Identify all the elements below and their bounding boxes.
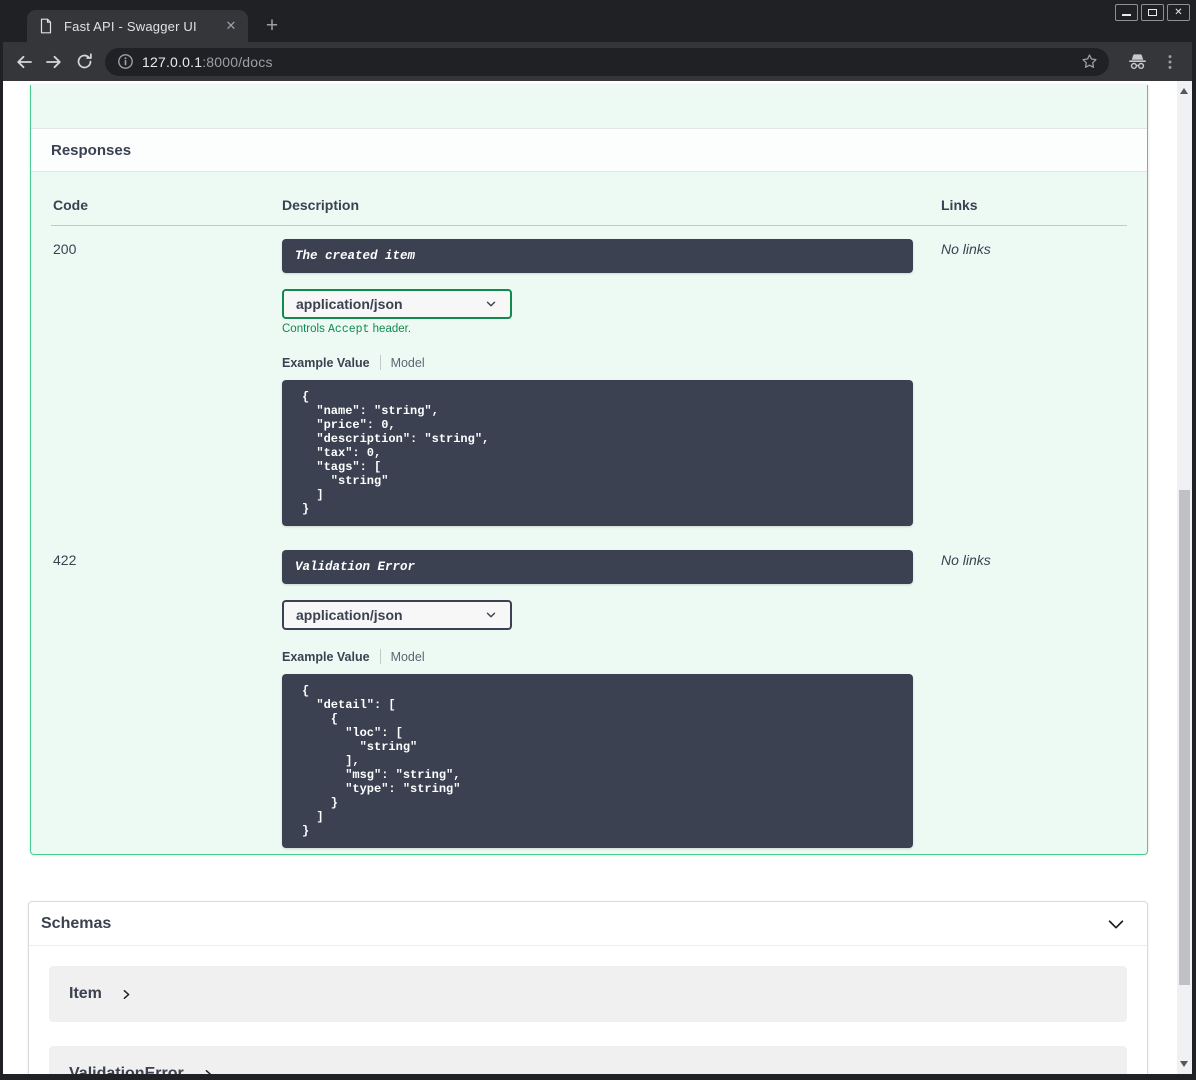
- media-type-select[interactable]: application/json: [282, 289, 512, 319]
- response-description-box: The created item: [282, 239, 913, 273]
- forward-button[interactable]: [39, 47, 69, 77]
- incognito-icon: [1123, 48, 1151, 76]
- response-description: Validation Error: [295, 560, 416, 574]
- forward-arrow-icon: [46, 55, 61, 68]
- window-controls: ✕: [1115, 4, 1190, 21]
- response-row-200: 200 The created item application/json Co…: [51, 226, 1127, 537]
- response-row-422: 422 Validation Error application/json Ex…: [51, 537, 1127, 854]
- kebab-menu-icon: [1168, 54, 1172, 69]
- chevron-right-icon: [123, 989, 130, 999]
- maximize-icon: [1148, 9, 1157, 16]
- back-arrow-icon: [17, 55, 32, 68]
- column-header-code: Code: [53, 197, 88, 213]
- chevron-down-icon: [486, 301, 496, 307]
- media-type-select[interactable]: application/json: [282, 600, 512, 630]
- response-description: The created item: [295, 249, 416, 263]
- scroll-down-arrow-icon[interactable]: [1180, 1061, 1188, 1067]
- browser-titlebar: Fast API - Swagger UI ✕ + ✕: [0, 0, 1196, 42]
- url-path: :8000/docs: [202, 53, 273, 70]
- media-type-value: application/json: [296, 296, 403, 312]
- tab-title: Fast API - Swagger UI: [64, 18, 197, 34]
- response-code: 422: [53, 552, 77, 568]
- scroll-up-arrow-icon[interactable]: [1180, 88, 1188, 94]
- column-header-links: Links: [941, 197, 978, 213]
- browser-tab[interactable]: Fast API - Swagger UI ✕: [27, 10, 248, 42]
- url-text: 127.0.0.1:8000/docs: [142, 54, 1077, 70]
- bookmark-button[interactable]: [1077, 50, 1101, 74]
- menu-button[interactable]: [1157, 49, 1183, 75]
- tab-example-value[interactable]: Example Value: [282, 650, 370, 664]
- responses-table-header: Code Description Links: [51, 187, 1127, 226]
- schemas-header[interactable]: Schemas: [29, 902, 1147, 946]
- chevron-right-icon: [205, 1069, 212, 1074]
- back-button[interactable]: [9, 47, 39, 77]
- schemas-section: Schemas Item ValidationError: [28, 901, 1148, 1074]
- media-type-value: application/json: [296, 607, 403, 623]
- model-name: Item: [69, 985, 102, 1002]
- model-name: ValidationError: [69, 1065, 184, 1074]
- browser-toolbar: 127.0.0.1:8000/docs: [3, 42, 1192, 81]
- model-validationerror[interactable]: ValidationError: [49, 1046, 1127, 1074]
- schemas-body: Item ValidationError: [29, 946, 1147, 1074]
- scrollbar-thumb[interactable]: [1179, 490, 1190, 985]
- reload-button[interactable]: [69, 47, 99, 77]
- tab-example-value[interactable]: Example Value: [282, 356, 370, 370]
- window-minimize-button[interactable]: [1115, 4, 1138, 21]
- star-icon: [1081, 54, 1097, 68]
- example-model-tabs: Example Value Model: [282, 649, 913, 664]
- tab-model[interactable]: Model: [391, 650, 425, 664]
- example-json-block: { "detail": [ { "loc": [ "string" ], "ms…: [282, 674, 913, 848]
- chevron-down-icon[interactable]: [1105, 913, 1127, 935]
- example-json-block: { "name": "string", "price": 0, "descrip…: [282, 380, 913, 526]
- tab-divider: [379, 649, 381, 664]
- response-links: No links: [941, 241, 991, 257]
- window-close-button[interactable]: ✕: [1167, 4, 1190, 21]
- reload-icon: [77, 53, 92, 69]
- responses-table: Code Description Links 200 The created i…: [31, 172, 1147, 854]
- responses-heading: Responses: [51, 141, 132, 159]
- browser-window: Fast API - Swagger UI ✕ + ✕ 127.0.0.1:80…: [0, 0, 1196, 1080]
- site-info-icon[interactable]: [117, 53, 134, 70]
- page-scrollbar[interactable]: [1177, 81, 1192, 1074]
- swagger-page: Responses Code Description Links 200 The…: [3, 81, 1177, 1074]
- window-maximize-button[interactable]: [1141, 4, 1164, 21]
- new-tab-button[interactable]: +: [259, 13, 285, 39]
- response-description-box: Validation Error: [282, 550, 913, 584]
- schemas-heading: Schemas: [41, 914, 112, 932]
- response-links: No links: [941, 552, 991, 568]
- responses-section-header: Responses: [31, 128, 1147, 172]
- url-host: 127.0.0.1: [142, 53, 203, 70]
- tab-divider: [379, 355, 381, 370]
- document-icon: [38, 18, 54, 34]
- response-code: 200: [53, 241, 77, 257]
- example-model-tabs: Example Value Model: [282, 355, 913, 370]
- column-header-description: Description: [282, 197, 360, 213]
- address-bar[interactable]: 127.0.0.1:8000/docs: [105, 47, 1109, 76]
- tab-model[interactable]: Model: [391, 356, 425, 370]
- post-opblock: Responses Code Description Links 200 The…: [30, 85, 1148, 855]
- model-item[interactable]: Item: [49, 966, 1127, 1022]
- minimize-icon: [1122, 14, 1131, 16]
- chevron-down-icon: [486, 612, 496, 618]
- accept-header-note: Controls Accept header.: [282, 323, 412, 336]
- tab-close-icon[interactable]: ✕: [222, 17, 240, 35]
